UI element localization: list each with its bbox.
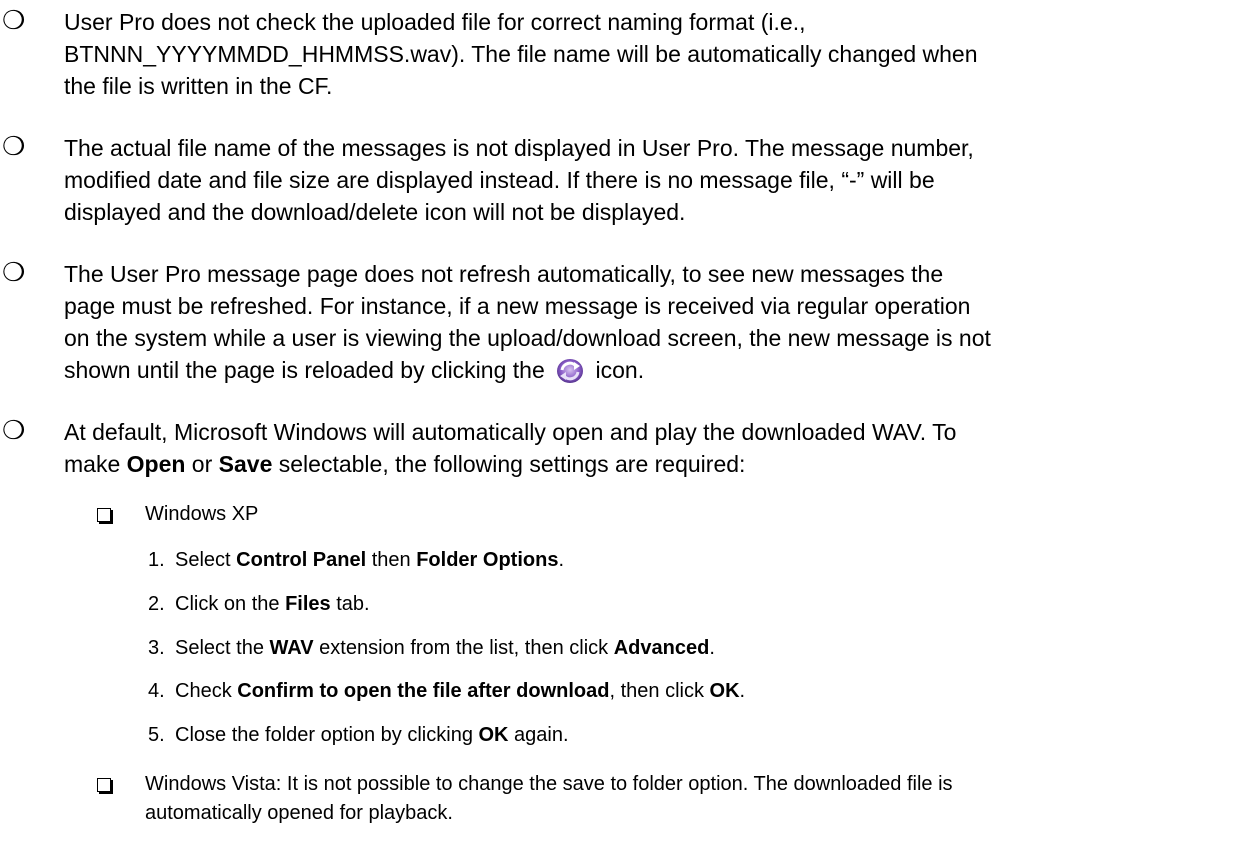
bullet-circle-icon: ❍ <box>2 416 26 446</box>
step-item: 5. Close the folder option by clicking OK… <box>148 724 569 746</box>
bullet-text: The User Pro message page does not refre… <box>64 261 991 385</box>
bullet-circle-icon: ❍ <box>2 132 26 162</box>
checkbox-bullet-icon <box>97 778 111 792</box>
checkbox-bullet-icon <box>97 508 111 522</box>
bullet-text: The actual file name of the messages is … <box>64 135 974 225</box>
bullet-circle-icon: ❍ <box>2 258 26 288</box>
step-item: 4. Check Confirm to open the file after d… <box>148 680 746 702</box>
step-item: 3. Select the WAV extension from the list… <box>148 637 715 659</box>
bullet-text: At default, Microsoft Windows will autom… <box>64 419 957 477</box>
refresh-icon[interactable] <box>555 357 585 385</box>
step-item: 2. Click on the Files tab. <box>148 593 370 615</box>
step-item: 1. Select Control Panel then Folder Optio… <box>148 549 564 571</box>
bullet-text: User Pro does not check the uploaded fil… <box>64 9 978 99</box>
document-page: ❍ User Pro does not check the uploaded f… <box>0 0 1256 859</box>
bullet-circle-icon: ❍ <box>2 6 26 36</box>
